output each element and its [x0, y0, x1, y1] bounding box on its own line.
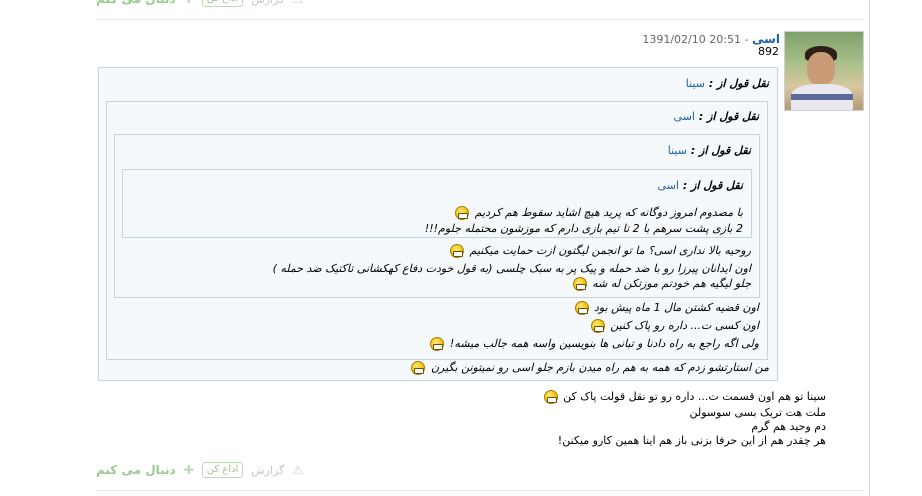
content-frame-border [869, 0, 870, 496]
report-link[interactable]: گزارش [251, 464, 284, 477]
report-link[interactable]: گزارش [251, 0, 284, 6]
avatar-face [807, 52, 835, 86]
grin-smiley-icon [455, 206, 470, 220]
previous-post-actions: ⚠ گزارش اداع کن ✚ دنبال می کنم [96, 0, 303, 9]
quote-header: نقل قول از : اسی [657, 179, 743, 192]
grin-smiley-icon [430, 337, 445, 351]
post-body-line: ملت هت تریک بسی سوسولن [689, 406, 826, 419]
report-icon: ⚠ [292, 463, 304, 477]
quote-line: اون ایدانان پیرزا رو با ضد حمله و پیک پر… [272, 262, 751, 275]
post-body-line: دم وحید هم گرم [751, 420, 826, 433]
quote-line: اون کسی ت... داره رو پاک کنین [589, 318, 759, 334]
quote-author-link[interactable]: سینا [668, 144, 687, 157]
share-button[interactable]: اداع کن [201, 462, 244, 478]
follow-icon: ✚ [183, 463, 194, 477]
grin-smiley-icon [543, 390, 558, 404]
post-count: 892 [758, 45, 779, 58]
grin-smiley-icon [450, 244, 464, 258]
quote-author-link[interactable]: اسی [674, 110, 695, 123]
quote-line: جلو لیگیه هم خودتم موزتکن له شه [571, 276, 751, 292]
quote-header: نقل قول از : سینا [667, 144, 751, 157]
post-username[interactable]: اسی [752, 32, 780, 46]
quote-author-link[interactable]: اسی [658, 179, 679, 192]
post-body-line: سینا تو هم اون قسمت ت... داره رو تو نقل … [542, 389, 826, 404]
share-button[interactable]: اداع کن [201, 0, 244, 7]
follow-link[interactable]: دنبال می کنم [96, 0, 176, 6]
grin-smiley-icon [411, 361, 426, 375]
grin-smiley-icon [574, 301, 589, 315]
quote-line: 2 بازی پشت سرهم با 2 تا تیم بازی دارم که… [424, 222, 743, 235]
quote-line: من استارتشو زدم که همه به هم راه میدن با… [409, 360, 769, 376]
post-meta: 1391/02/10 20:51 - اسی [560, 32, 780, 46]
avatar-shirt-stripe [791, 94, 853, 100]
quote-header: نقل قول از : اسی [673, 110, 759, 123]
quote-line: ولی اگه راجع به راه دادنا و تبانی ها بنو… [428, 336, 759, 352]
follow-icon: ✚ [184, 0, 194, 6]
post-separator [96, 490, 864, 491]
post-separator [96, 19, 864, 20]
user-avatar[interactable] [784, 31, 864, 111]
follow-link[interactable]: دنبال می کنم [96, 463, 176, 477]
quote-line: روحیه بالا نداری اسی؟ ما تو انجمن لیگتون… [448, 243, 751, 259]
quote-line: با مصدوم امروز دوگانه که پرید هیچ اشاید … [453, 205, 743, 221]
quote-header: نقل قول از : سینا [685, 77, 769, 90]
post-actions: ⚠ گزارش اداع کن ✚ دنبال می کنم [96, 460, 303, 480]
report-icon: ⚠ [292, 0, 303, 6]
grin-smiley-icon [590, 319, 605, 333]
quote-line: اون قضیه کشتن مال 1 ماه پیش بود [573, 300, 759, 316]
post-body-line: هر چقدر هم از این حرفا بزنی باز هم اینا … [557, 434, 826, 447]
grin-smiley-icon [572, 277, 587, 291]
quote-level-4: نقل قول از : اسی با مصدوم امروز دوگانه ک… [122, 169, 752, 238]
quote-author-link[interactable]: سینا [686, 77, 705, 90]
